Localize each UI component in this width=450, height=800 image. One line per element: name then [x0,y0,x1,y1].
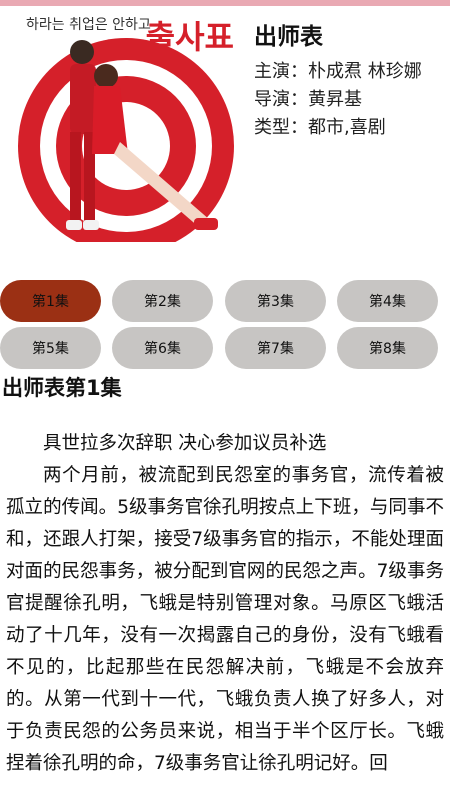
episode-button-2[interactable]: 第2集 [112,280,213,322]
genre-label: 类型： [254,117,308,138]
chapter-title: 出师表第1集 [2,376,122,400]
chapter-paragraph: 两个月前，被流配到民怨室的事务官，流传着被孤立的传闻。5级事务官徐孔明按点上下班… [6,465,444,774]
cast-label: 主演： [254,61,308,82]
episode-button-3[interactable]: 第3集 [225,280,326,322]
poster-brand-logo: 출사표 [145,18,234,56]
episode-button-6[interactable]: 第6集 [112,327,213,369]
director-row: 导演：黄昇基 [254,86,450,114]
cast-row: 主演：朴成焄 林珍娜 [254,58,450,86]
drama-info: 出师表 主演：朴成焄 林珍娜 导演：黄昇基 类型：都市,喜剧 [254,22,450,142]
episode-button-7[interactable]: 第7集 [225,327,326,369]
chapter-paragraph: 具世拉多次辞职 决心参加议员补选 [43,433,327,454]
poster-caption: 하라는 취업은 안하고 [26,17,151,33]
genre-value: 都市,喜剧 [308,117,386,138]
director-value: 黄昇基 [308,89,362,110]
episode-button-5[interactable]: 第5集 [0,327,101,369]
genre-row: 类型：都市,喜剧 [254,114,450,142]
drama-poster[interactable]: 하라는 취업은 안하고 출사표 [10,14,242,242]
cast-value: 朴成焄 林珍娜 [308,61,422,82]
episode-button-8[interactable]: 第8集 [337,327,438,369]
chapter-body: 具世拉多次辞职 决心参加议员补选 两个月前，被流配到民怨室的事务官，流传着被孤立… [6,428,444,780]
director-label: 导演： [254,89,308,110]
drama-title: 出师表 [254,24,323,50]
episode-button-4[interactable]: 第4集 [337,280,438,322]
episode-button-1[interactable]: 第1集 [0,280,101,322]
top-status-strip [0,0,450,6]
